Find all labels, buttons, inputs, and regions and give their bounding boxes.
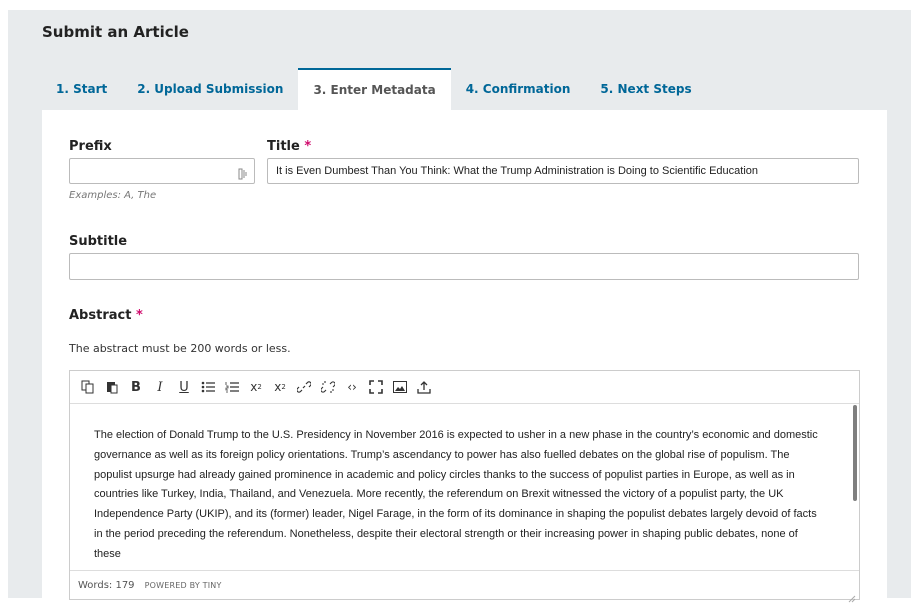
bullet-list-icon[interactable] bbox=[196, 375, 220, 399]
italic-icon[interactable]: I bbox=[148, 375, 172, 399]
wizard-tabs: 1. Start 2. Upload Submission 3. Enter M… bbox=[42, 68, 707, 110]
page: Submit an Article 1. Start 2. Upload Sub… bbox=[8, 10, 911, 603]
metadata-panel: Prefix Examples: A, The Title * It is Ev… bbox=[42, 110, 887, 603]
abstract-description: The abstract must be 200 words or less. bbox=[69, 342, 291, 355]
copy-icon[interactable] bbox=[76, 375, 100, 399]
numbered-list-icon[interactable] bbox=[220, 375, 244, 399]
subtitle-label: Subtitle bbox=[69, 234, 128, 249]
abstract-text[interactable]: The election of Donald Trump to the U.S.… bbox=[70, 404, 859, 568]
tab-start[interactable]: 1. Start bbox=[42, 68, 122, 110]
page-title: Submit an Article bbox=[42, 23, 189, 41]
underline-icon[interactable]: U bbox=[172, 375, 196, 399]
editor-statusbar: Words: 179 POWERED BY TINY bbox=[70, 570, 859, 599]
upload-icon[interactable] bbox=[412, 375, 436, 399]
prefix-label: Prefix bbox=[69, 139, 112, 154]
superscript-icon[interactable]: x2 bbox=[244, 375, 268, 399]
tab-upload-submission[interactable]: 2. Upload Submission bbox=[122, 68, 298, 110]
code-icon[interactable]: ‹› bbox=[340, 375, 364, 399]
resize-handle-icon[interactable] bbox=[848, 588, 856, 603]
tab-enter-metadata[interactable]: 3. Enter Metadata bbox=[298, 68, 451, 110]
prefix-hint: Examples: A, The bbox=[69, 190, 157, 201]
image-icon[interactable] bbox=[388, 375, 412, 399]
editor-scrollbar[interactable] bbox=[853, 405, 857, 501]
abstract-label: Abstract * bbox=[69, 308, 143, 323]
unlink-icon[interactable] bbox=[316, 375, 340, 399]
subtitle-input[interactable] bbox=[69, 253, 859, 280]
link-icon[interactable] bbox=[292, 375, 316, 399]
prefix-input[interactable] bbox=[69, 158, 255, 184]
multilingual-icon[interactable] bbox=[238, 165, 248, 180]
required-mark: * bbox=[135, 308, 143, 323]
paste-icon[interactable] bbox=[100, 375, 124, 399]
title-label: Title * bbox=[267, 139, 312, 154]
abstract-editor[interactable]: B I U x2 x2 ‹› The election of Donald Tr… bbox=[69, 370, 860, 603]
word-count: Words: 179 bbox=[78, 579, 135, 591]
tab-confirmation[interactable]: 4. Confirmation bbox=[451, 68, 586, 110]
bold-icon[interactable]: B bbox=[124, 375, 148, 399]
editor-toolbar: B I U x2 x2 ‹› bbox=[70, 371, 859, 404]
powered-by-link[interactable]: POWERED BY TINY bbox=[145, 581, 222, 590]
required-mark: * bbox=[304, 139, 312, 154]
title-input[interactable]: It is Even Dumbest Than You Think: What … bbox=[267, 158, 859, 184]
subscript-icon[interactable]: x2 bbox=[268, 375, 292, 399]
tab-next-steps[interactable]: 5. Next Steps bbox=[585, 68, 706, 110]
fullscreen-icon[interactable] bbox=[364, 375, 388, 399]
title-value: It is Even Dumbest Than You Think: What … bbox=[276, 165, 759, 177]
